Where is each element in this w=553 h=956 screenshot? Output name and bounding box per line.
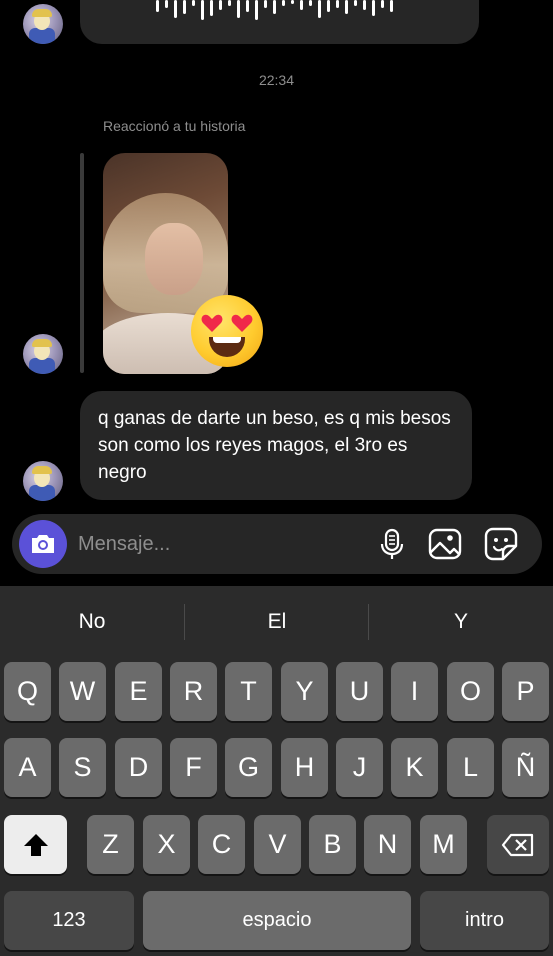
space-key[interactable]: espacio: [143, 891, 411, 950]
backspace-icon: [501, 833, 534, 856]
key-r[interactable]: R: [170, 662, 217, 721]
key-n-tilde[interactable]: Ñ: [502, 738, 549, 797]
keyboard: No El Y Q W E R T Y U I O P A S D F G H …: [0, 586, 553, 956]
predictive-bar: No El Y: [0, 586, 553, 658]
avatar[interactable]: [23, 4, 63, 44]
key-q[interactable]: Q: [4, 662, 51, 721]
suggestion-2[interactable]: El: [185, 610, 369, 634]
camera-icon: [32, 535, 54, 553]
avatar[interactable]: [23, 334, 63, 374]
message-input[interactable]: [78, 526, 358, 562]
key-v[interactable]: V: [254, 815, 301, 874]
voice-message-bubble[interactable]: [80, 0, 479, 44]
heart-eyes-emoji-reaction: [191, 295, 263, 367]
key-m[interactable]: M: [420, 815, 467, 874]
heart-icon: [201, 313, 223, 333]
key-c[interactable]: C: [198, 815, 245, 874]
shift-key[interactable]: [4, 815, 67, 874]
key-w[interactable]: W: [59, 662, 106, 721]
key-s[interactable]: S: [59, 738, 106, 797]
backspace-key[interactable]: [487, 815, 549, 874]
suggestion-1[interactable]: No: [0, 610, 184, 634]
heart-icon: [231, 313, 253, 333]
reply-indicator-line: [80, 153, 84, 373]
key-a[interactable]: A: [4, 738, 51, 797]
key-i[interactable]: I: [391, 662, 438, 721]
voice-waveform: [156, 0, 393, 20]
avatar[interactable]: [23, 461, 63, 501]
numbers-key[interactable]: 123: [4, 891, 134, 950]
key-e[interactable]: E: [115, 662, 162, 721]
camera-button[interactable]: [19, 520, 67, 568]
key-o[interactable]: O: [447, 662, 494, 721]
key-n[interactable]: N: [364, 815, 411, 874]
chat-thread: 22:34 Reaccionó a tu historia q ganas de…: [0, 0, 553, 586]
key-l[interactable]: L: [447, 738, 494, 797]
key-y[interactable]: Y: [281, 662, 328, 721]
key-j[interactable]: J: [336, 738, 383, 797]
key-k[interactable]: K: [391, 738, 438, 797]
key-z[interactable]: Z: [87, 815, 134, 874]
shift-icon: [23, 833, 48, 856]
return-key[interactable]: intro: [420, 891, 549, 950]
key-p[interactable]: P: [502, 662, 549, 721]
gallery-icon[interactable]: [427, 526, 463, 562]
story-reaction-label: Reaccionó a tu historia: [103, 118, 246, 134]
key-u[interactable]: U: [336, 662, 383, 721]
key-g[interactable]: G: [225, 738, 272, 797]
message-composer: [12, 514, 542, 574]
key-t[interactable]: T: [225, 662, 272, 721]
sticker-icon[interactable]: [483, 526, 519, 562]
key-h[interactable]: H: [281, 738, 328, 797]
key-f[interactable]: F: [170, 738, 217, 797]
suggestion-3[interactable]: Y: [369, 610, 553, 634]
message-bubble[interactable]: q ganas de darte un beso, es q mis besos…: [80, 391, 472, 500]
message-timestamp: 22:34: [258, 72, 295, 88]
microphone-icon[interactable]: [374, 526, 410, 562]
key-d[interactable]: D: [115, 738, 162, 797]
key-b[interactable]: B: [309, 815, 356, 874]
key-x[interactable]: X: [143, 815, 190, 874]
